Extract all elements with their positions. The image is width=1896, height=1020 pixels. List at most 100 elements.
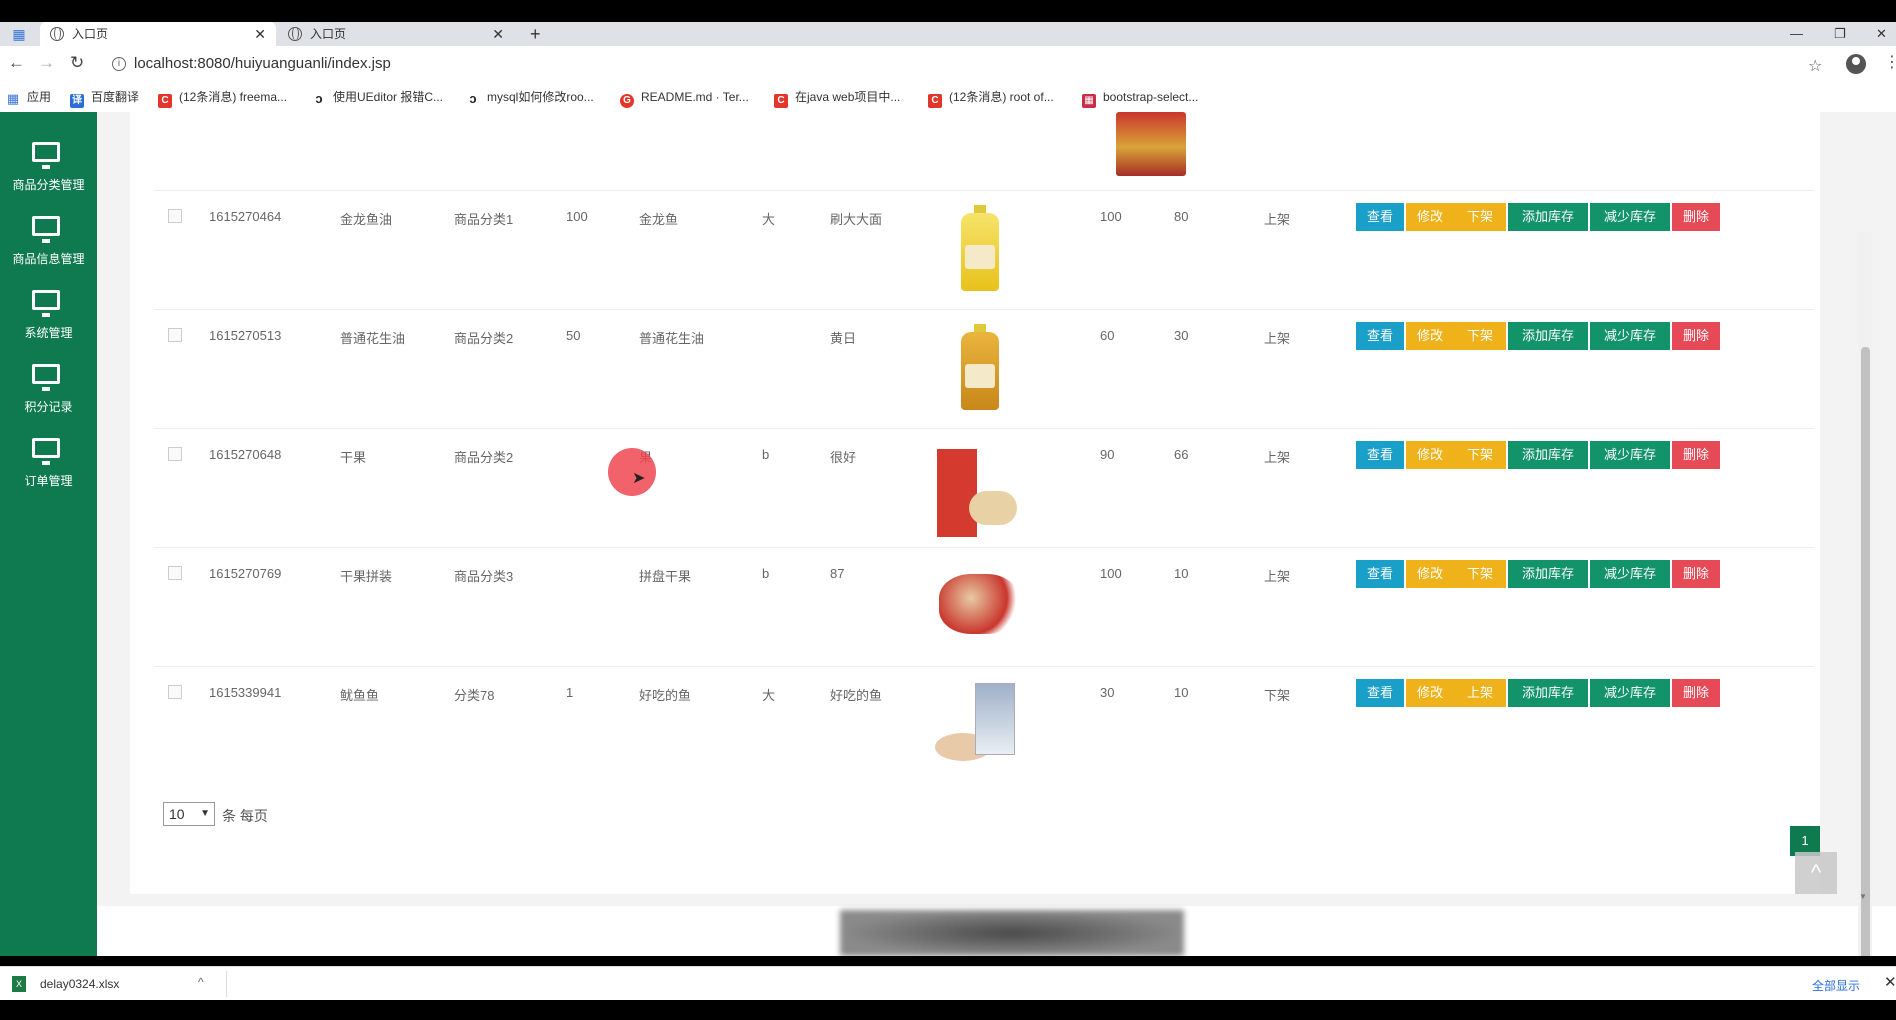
delete-button[interactable]: 删除 <box>1672 441 1720 469</box>
tab-1[interactable]: 入口页 ✕ <box>40 22 276 46</box>
add-stock-button[interactable]: 添加库存 <box>1508 203 1588 231</box>
forward-icon[interactable]: → <box>38 53 55 73</box>
back-icon[interactable]: ← <box>8 53 25 73</box>
view-button[interactable]: 查看 <box>1356 679 1404 707</box>
monitor-icon <box>32 438 60 465</box>
cell-points: 10 <box>1174 566 1189 581</box>
edit-button[interactable]: 修改 <box>1406 560 1454 588</box>
view-button[interactable]: 查看 <box>1356 441 1404 469</box>
delete-button[interactable]: 删除 <box>1672 203 1720 231</box>
add-stock-button[interactable]: 添加库存 <box>1508 560 1588 588</box>
cell-status: 上架 <box>1264 212 1291 227</box>
add-stock-button[interactable]: 添加库存 <box>1508 322 1588 350</box>
toggle-shelf-button[interactable]: 下架 <box>1454 560 1506 588</box>
product-image <box>929 316 1029 416</box>
toggle-shelf-button[interactable]: 下架 <box>1454 441 1506 469</box>
cell-size: 大 <box>762 688 776 703</box>
cell-price: 100 <box>566 209 588 224</box>
bookmark-item[interactable]: C (12条消息) freema... <box>158 89 287 108</box>
tab-2[interactable]: 入口页 ✕ <box>278 22 514 46</box>
row-checkbox[interactable] <box>168 566 182 580</box>
view-button[interactable]: 查看 <box>1356 203 1404 231</box>
cell-id: 1615270648 <box>209 447 282 462</box>
download-shelf: X delay0324.xlsx ^ 全部显示 ✕ <box>0 966 1896 1000</box>
bookmark-item[interactable]: C (12条消息) root of... <box>928 89 1054 108</box>
info-icon[interactable]: i <box>112 57 126 71</box>
minimize-icon[interactable]: — <box>1790 22 1803 46</box>
cell-desc: 黄日 <box>830 331 857 346</box>
view-button[interactable]: 查看 <box>1356 560 1404 588</box>
edit-button[interactable]: 修改 <box>1406 679 1454 707</box>
reduce-stock-button[interactable]: 减少库存 <box>1590 560 1670 588</box>
row-checkbox[interactable] <box>168 209 182 223</box>
tab-title: 入口页 <box>310 27 347 41</box>
address-bar[interactable]: i localhost:8080/huiyuanguanli/index.jsp <box>104 51 1804 77</box>
bookmark-item[interactable]: C 在java web项目中... <box>774 89 900 108</box>
scrollbar-thumb[interactable] <box>1861 347 1870 956</box>
bookmark-item[interactable]: ↄ mysql如何修改roo... <box>466 89 593 106</box>
reduce-stock-button[interactable]: 减少库存 <box>1590 203 1670 231</box>
cell-price: 1 <box>566 685 574 700</box>
reload-icon[interactable]: ↻ <box>70 53 84 73</box>
cell-name: 鱿鱼鱼 <box>340 688 380 703</box>
view-button[interactable]: 查看 <box>1356 322 1404 350</box>
row-checkbox[interactable] <box>168 685 182 699</box>
sidebar-item-order-management[interactable]: 订单管理 <box>0 422 97 492</box>
cell-desc: 刷大大面 <box>830 212 883 227</box>
add-stock-button[interactable]: 添加库存 <box>1508 679 1588 707</box>
show-all-downloads-link[interactable]: 全部显示 <box>1812 977 1860 994</box>
bookmark-item[interactable]: G README.md · Ter... <box>620 89 749 108</box>
cell-name: 干果拼装 <box>340 569 393 584</box>
browser-menu-icon[interactable]: ▦ <box>10 25 28 43</box>
url-text[interactable]: localhost:8080/huiyuanguanli/index.jsp <box>134 51 391 77</box>
cell-status: 下架 <box>1264 688 1291 703</box>
delete-button[interactable]: 删除 <box>1672 560 1720 588</box>
add-stock-button[interactable]: 添加库存 <box>1508 441 1588 469</box>
product-image <box>929 554 1029 654</box>
reduce-stock-button[interactable]: 减少库存 <box>1590 322 1670 350</box>
edit-button[interactable]: 修改 <box>1406 441 1454 469</box>
divider <box>226 971 227 997</box>
row-checkbox[interactable] <box>168 328 182 342</box>
sidebar-item-product-management[interactable]: 商品信息管理 <box>0 200 97 270</box>
chevron-up-icon[interactable]: ^ <box>198 975 204 989</box>
sidebar-item-category-management[interactable]: 商品分类管理 <box>0 126 97 196</box>
profile-avatar-icon[interactable] <box>1846 54 1866 74</box>
toggle-shelf-button[interactable]: 下架 <box>1454 203 1506 231</box>
edit-button[interactable]: 修改 <box>1406 203 1454 231</box>
reduce-stock-button[interactable]: 减少库存 <box>1590 679 1670 707</box>
restore-icon[interactable]: ❐ <box>1834 22 1846 46</box>
cell-category: 商品分类2 <box>454 450 514 465</box>
page-size-select[interactable]: 10 ▼ <box>163 802 215 826</box>
cell-stock: 90 <box>1100 447 1115 462</box>
table-row: 1615270464 金龙鱼油 商品分类1 100 金龙鱼 大 刷大大面 100 80 上架 查看… <box>154 190 1814 310</box>
row-checkbox[interactable] <box>168 447 182 461</box>
bookmark-star-icon[interactable]: ☆ <box>1808 56 1822 76</box>
tab-close-icon[interactable]: ✕ <box>492 22 504 46</box>
new-tab-icon[interactable]: + <box>530 22 541 46</box>
bookmark-item[interactable]: 译百度翻译 <box>70 89 139 108</box>
window-close-icon[interactable]: ✕ <box>1876 22 1887 46</box>
delete-button[interactable]: 删除 <box>1672 322 1720 350</box>
sidebar-item-points-records[interactable]: 积分记录 <box>0 348 97 418</box>
bookmark-item[interactable]: ↄ 使用UEditor 报错C... <box>312 89 443 106</box>
toggle-shelf-button[interactable]: 下架 <box>1454 322 1506 350</box>
more-menu-icon[interactable]: ⋮ <box>1884 52 1896 72</box>
delete-button[interactable]: 删除 <box>1672 679 1720 707</box>
globe-icon <box>288 27 302 41</box>
close-icon[interactable]: ✕ <box>1884 973 1896 991</box>
product-image <box>929 197 1029 297</box>
tab-close-icon[interactable]: ✕ <box>254 22 266 46</box>
scroll-down-icon[interactable]: ▼ <box>1859 892 1867 901</box>
toggle-shelf-button[interactable]: 上架 <box>1454 679 1506 707</box>
reduce-stock-button[interactable]: 减少库存 <box>1590 441 1670 469</box>
bookmark-apps[interactable]: ▦ 应用 <box>6 89 51 106</box>
cell-size: b <box>762 447 770 462</box>
back-to-top-icon[interactable]: ^ <box>1795 852 1837 894</box>
edit-button[interactable]: 修改 <box>1406 322 1454 350</box>
bookmark-item[interactable]: ▦ bootstrap-select... <box>1082 89 1198 108</box>
download-file[interactable]: delay0324.xlsx <box>40 977 119 991</box>
cell-points: 30 <box>1174 328 1189 343</box>
csdn-icon: C <box>928 94 942 108</box>
sidebar-item-system-management[interactable]: 系统管理 <box>0 274 97 344</box>
